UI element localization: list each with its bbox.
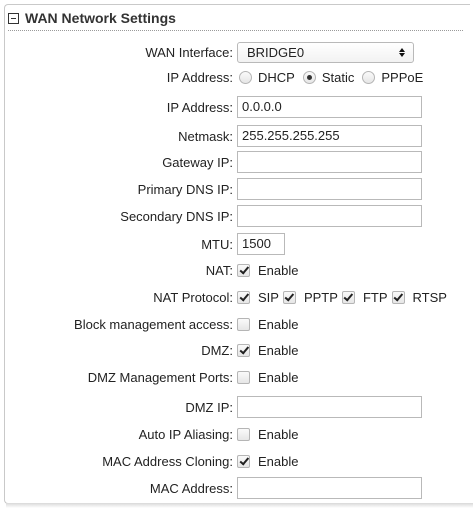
rtsp-label: RTSP [412,289,447,305]
primary-dns-row: Primary DNS IP: [0,178,473,200]
mac-address-label: MAC Address: [149,480,233,496]
dmz-management-ports-enable-label: Enable [258,369,299,385]
netmask-row: Netmask: 255.255.255.255 [0,125,473,147]
primary-dns-input[interactable] [237,178,422,200]
dmz-management-ports-row: DMZ Management Ports: Enable [0,366,473,388]
ftp-checkbox[interactable] [341,290,355,304]
ip-address-input[interactable]: 0.0.0.0 [237,96,422,118]
dhcp-radio-label: DHCP [258,69,295,85]
auto-ip-aliasing-enable-label: Enable [258,426,299,442]
mac-address-row: MAC Address: [0,477,473,499]
mtu-label: MTU: [201,236,233,252]
mac-cloning-enable-label: Enable [258,453,299,469]
nat-row: NAT: Enable [0,259,473,281]
ip-mode-row: IP Address: DHCP Static PPPoE [0,66,473,88]
nat-protocol-label: NAT Protocol: [153,289,233,305]
select-arrows-icon [399,46,405,58]
header-divider [8,30,463,31]
nat-label: NAT: [205,262,233,278]
ip-address-label: IP Address: [166,99,233,115]
rtsp-checkbox[interactable] [391,290,405,304]
auto-ip-aliasing-row: Auto IP Aliasing: Enable [0,423,473,445]
block-management-enable-label: Enable [258,316,299,332]
gateway-ip-label: Gateway IP: [162,154,233,170]
dhcp-radio[interactable] [239,70,252,84]
panel-shadow [6,503,473,508]
static-radio-label: Static [321,69,355,85]
static-radio[interactable] [302,70,316,84]
block-management-label: Block management access: [74,316,233,332]
sip-label: SIP [258,289,279,305]
block-management-row: Block management access: Enable [0,313,473,335]
wan-interface-value: BRIDGE0 [247,44,305,60]
nat-protocol-row: NAT Protocol: SIP PPTP FTP RTSP [0,286,473,308]
ip-address-row: IP Address: 0.0.0.0 [0,96,473,118]
gateway-ip-input[interactable] [237,151,422,173]
dmz-ip-input[interactable] [237,396,422,418]
wan-interface-row: WAN Interface: BRIDGE0 [0,41,473,63]
dmz-management-ports-label: DMZ Management Ports: [87,369,233,385]
dmz-row: DMZ: Enable [0,339,473,361]
dmz-label: DMZ: [201,342,233,358]
primary-dns-label: Primary DNS IP: [137,181,233,197]
mac-cloning-checkbox[interactable] [237,454,250,468]
mac-cloning-row: MAC Address Cloning: Enable [0,450,473,472]
ftp-label: FTP [362,289,388,305]
pppoe-radio-label: PPPoE [381,69,424,85]
panel-header: WAN Network Settings [8,8,464,28]
pppoe-radio[interactable] [362,70,376,84]
wan-interface-select[interactable]: BRIDGE0 [237,41,414,63]
ip-mode-label: IP Address: [166,69,233,85]
mtu-row: MTU: 1500 [0,233,473,255]
pptp-checkbox[interactable] [282,290,296,304]
netmask-label: Netmask: [178,128,233,144]
sip-checkbox[interactable] [237,290,250,304]
collapse-icon[interactable] [8,13,19,24]
block-management-checkbox[interactable] [237,317,250,331]
dmz-enable-label: Enable [258,342,299,358]
panel-title: WAN Network Settings [25,10,176,26]
dmz-ip-label: DMZ IP: [185,399,233,415]
nat-checkbox[interactable] [237,263,250,277]
pptp-label: PPTP [303,289,338,305]
auto-ip-aliasing-checkbox[interactable] [237,427,250,441]
wan-interface-label: WAN Interface: [145,44,233,60]
dmz-management-ports-checkbox[interactable] [237,370,250,384]
mac-address-input[interactable] [237,477,422,499]
dmz-checkbox[interactable] [237,343,250,357]
secondary-dns-label: Secondary DNS IP: [120,208,233,224]
dmz-ip-row: DMZ IP: [0,396,473,418]
mac-cloning-label: MAC Address Cloning: [102,453,233,469]
mtu-input[interactable]: 1500 [237,233,285,255]
auto-ip-aliasing-label: Auto IP Aliasing: [138,426,233,442]
secondary-dns-row: Secondary DNS IP: [0,205,473,227]
nat-enable-label: Enable [258,262,299,278]
netmask-input[interactable]: 255.255.255.255 [237,125,422,147]
gateway-ip-row: Gateway IP: [0,151,473,173]
secondary-dns-input[interactable] [237,205,422,227]
